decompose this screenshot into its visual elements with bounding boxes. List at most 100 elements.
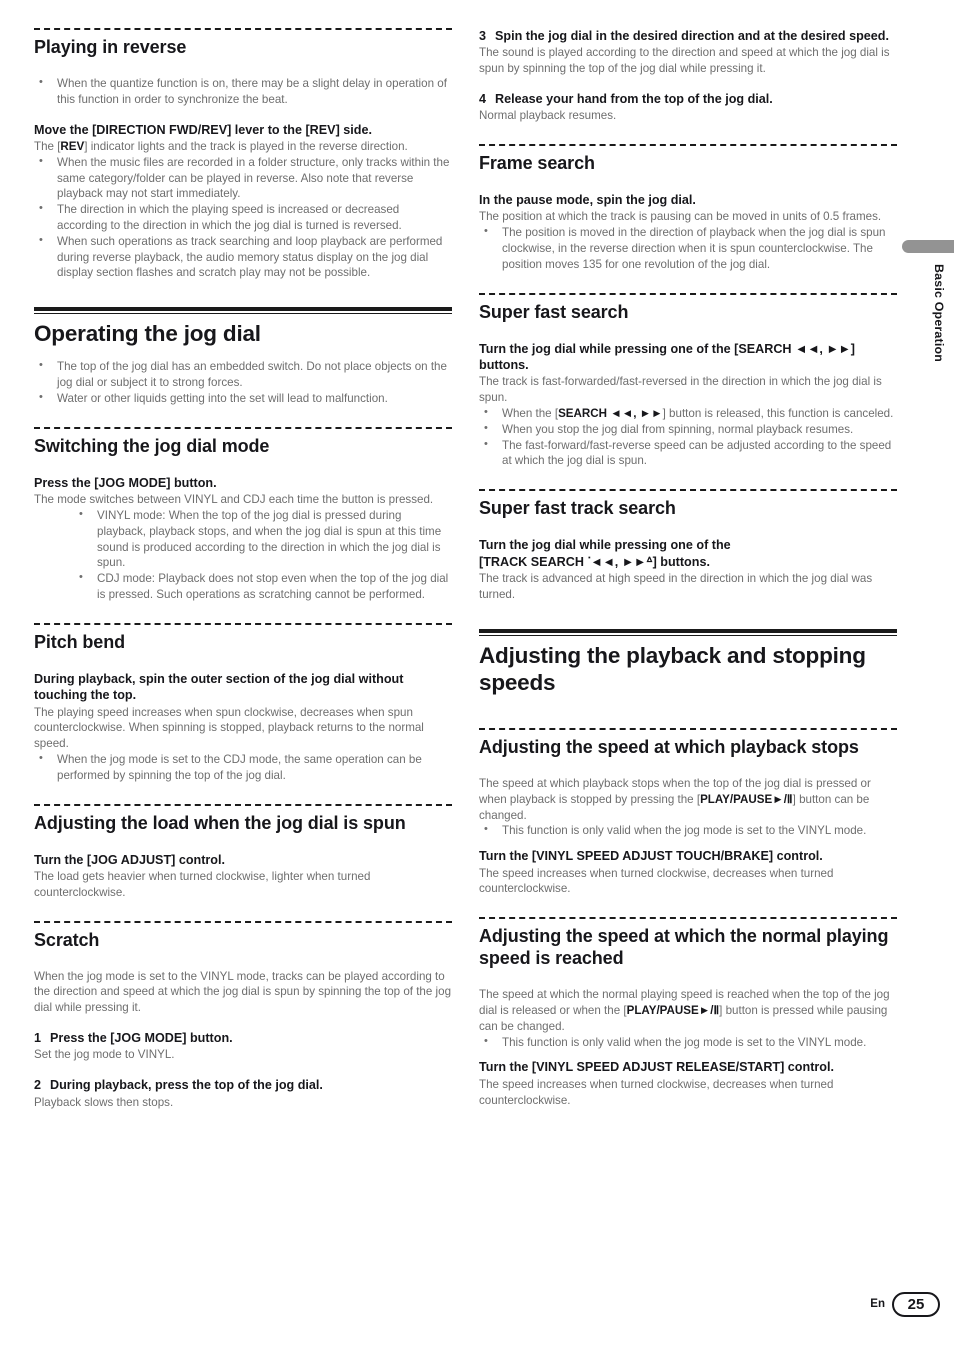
step-title: Release your hand from the top of the jo… xyxy=(495,91,773,106)
description-jog-adjust: The load gets heavier when turned clockw… xyxy=(34,869,371,899)
heading-adjusting-playback-stopping-speeds: Adjusting the playback and stopping spee… xyxy=(479,642,866,695)
track-previous-icon: ᐝ◄◄ xyxy=(587,554,615,569)
step-title: During playback, press the top of the jo… xyxy=(50,1078,323,1093)
side-tab-bar xyxy=(902,240,954,253)
description-super-fast-search: The track is fast-forwarded/fast-reverse… xyxy=(479,375,882,405)
step-title: Press the [JOG MODE] button. xyxy=(50,1030,233,1045)
track-next-icon: ►►ᐞ xyxy=(621,554,653,569)
instruction-press-jog-mode: Press the [JOG MODE] button. xyxy=(34,475,217,490)
heading-scratch: Scratch xyxy=(34,929,100,950)
list-item: This function is only valid when the jog… xyxy=(479,822,897,839)
instruction-pause-spin: In the pause mode, spin the jog dial. xyxy=(479,193,696,208)
section-divider-dashed xyxy=(34,28,452,30)
instruction-search-buttons: Turn the jog dial while pressing one of … xyxy=(479,341,855,373)
list-jog-dial-cautions: The top of the jog dial has an embedded … xyxy=(34,358,452,407)
heading-super-fast-search: Super fast search xyxy=(479,301,629,322)
instruction-release-start-control: Turn the [VINYL SPEED ADJUST RELEASE/STA… xyxy=(479,1060,834,1075)
list-frame-search-notes: The position is moved in the direction o… xyxy=(479,224,897,272)
step-number: 1 xyxy=(34,1030,42,1045)
list-item: When the quantize function is on, there … xyxy=(34,75,452,108)
heading-operating-the-jog-dial: Operating the jog dial xyxy=(34,321,261,347)
section-divider-solid xyxy=(479,628,897,636)
step-description: The sound is played according to the dir… xyxy=(479,46,890,76)
section-divider-dashed xyxy=(479,292,897,295)
step-number: 2 xyxy=(34,1078,42,1093)
description-scratch: When the jog mode is set to the VINYL mo… xyxy=(34,969,452,1015)
right-column: 3 Spin the jog dial in the desired direc… xyxy=(479,28,897,1108)
list-item: VINYL mode: When the top of the jog dial… xyxy=(34,507,452,571)
instruction-touch-brake-control: Turn the [VINYL SPEED ADJUST TOUCH/BRAKE… xyxy=(479,849,823,864)
step-1: 1 Press the [JOG MODE] button. xyxy=(34,1030,452,1046)
list-item: The fast-forward/fast-reverse speed can … xyxy=(479,437,897,470)
list-item: When the jog mode is set to the CDJ mode… xyxy=(34,751,452,784)
fast-forward-icon: ►► xyxy=(826,341,851,356)
step-2: 2 During playback, press the top of the … xyxy=(34,1077,452,1093)
list-item: When the music files are recorded in a f… xyxy=(34,154,452,202)
heading-frame-search: Frame search xyxy=(479,153,595,174)
list-item: The top of the jog dial has an embedded … xyxy=(34,358,452,391)
section-divider-dashed xyxy=(479,728,897,730)
list-super-fast-search-notes: When the [SEARCH ◄◄, ►►] button is relea… xyxy=(479,405,897,470)
list-pitch-bend-notes: When the jog mode is set to the CDJ mode… xyxy=(34,751,452,784)
section-divider-dashed xyxy=(479,489,897,492)
list-item: The direction in which the playing speed… xyxy=(34,201,452,234)
language-code: En xyxy=(870,1298,885,1310)
description-mode-switch: The mode switches between VINYL and CDJ … xyxy=(34,493,434,507)
list-item: The position is moved in the direction o… xyxy=(479,224,897,272)
section-divider-solid xyxy=(34,307,452,315)
play-pause-button-label: PLAY/PAUSE►/Ⅱ xyxy=(700,792,793,806)
section-divider-dashed xyxy=(479,917,897,920)
list-item: This function is only valid when the jog… xyxy=(479,1034,897,1051)
list-item: When the [SEARCH ◄◄, ►►] button is relea… xyxy=(479,405,897,422)
page-number: 25 xyxy=(892,1292,940,1317)
instruction-turn-jog-adjust: Turn the [JOG ADJUST] control. xyxy=(34,852,226,867)
play-pause-button-label: PLAY/PAUSE►/Ⅱ xyxy=(626,1003,720,1017)
rewind-icon: ◄◄ xyxy=(795,341,820,356)
section-divider-dashed xyxy=(34,920,452,923)
list-item: Water or other liquids getting into the … xyxy=(34,390,452,407)
list-vinyl-only-note: This function is only valid when the jog… xyxy=(479,1034,897,1051)
step-4: 4 Release your hand from the top of the … xyxy=(479,91,897,107)
page-footer: En 25 xyxy=(0,1292,954,1318)
step-description: Normal playback resumes. xyxy=(479,109,617,123)
left-column: Playing in reverse When the quantize fun… xyxy=(34,28,452,1110)
list-item: When you stop the jog dial from spinning… xyxy=(479,421,897,438)
instruction-direction-lever: Move the [DIRECTION FWD/REV] lever to th… xyxy=(34,122,372,137)
side-tab-label: Basic Operation xyxy=(932,264,946,363)
search-button-label: SEARCH ◄◄, ►► xyxy=(558,407,663,421)
heading-adjusting-speed-normal-playing: Adjusting the speed at which the normal … xyxy=(479,926,889,969)
description-release-start: The speed increases when turned clockwis… xyxy=(479,1077,834,1107)
step-number: 3 xyxy=(479,29,487,43)
description-touch-brake: The speed increases when turned clockwis… xyxy=(479,866,834,896)
list-jog-modes: VINYL mode: When the top of the jog dial… xyxy=(34,507,452,603)
description-normal-speed-reached: The speed at which the normal playing sp… xyxy=(479,988,890,1033)
chapter-side-tab: Basic Operation xyxy=(902,240,954,440)
heading-pitch-bend: Pitch bend xyxy=(34,631,126,652)
list-quantize-note: When the quantize function is on, there … xyxy=(34,75,452,108)
heading-switching-the-jog-dial-mode: Switching the jog dial mode xyxy=(34,435,270,456)
instruction-track-search-buttons: Turn the jog dial while pressing one of … xyxy=(479,538,731,569)
description-rev-indicator: The [REV] indicator lights and the track… xyxy=(34,139,408,153)
heading-adjusting-speed-playback-stops: Adjusting the speed at which playback st… xyxy=(479,737,859,757)
description-frame-search: The position at which the track is pausi… xyxy=(479,210,882,224)
description-super-fast-track-search: The track is advanced at high speed in t… xyxy=(479,571,873,601)
step-3: 3 Spin the jog dial in the desired direc… xyxy=(479,28,897,44)
manual-page: Playing in reverse When the quantize fun… xyxy=(0,0,954,1348)
list-reverse-notes: When the music files are recorded in a f… xyxy=(34,154,452,282)
step-description: Set the jog mode to VINYL. xyxy=(34,1048,175,1062)
list-vinyl-only-note: This function is only valid when the jog… xyxy=(479,822,897,839)
instruction-spin-outer-section: During playback, spin the outer section … xyxy=(34,671,404,703)
list-item: When such operations as track searching … xyxy=(34,233,452,281)
heading-adjusting-the-load: Adjusting the load when the jog dial is … xyxy=(34,812,406,833)
step-title: Spin the jog dial in the desired directi… xyxy=(495,29,889,43)
step-description: Playback slows then stops. xyxy=(34,1095,174,1109)
section-divider-dashed xyxy=(34,803,452,806)
heading-super-fast-track-search: Super fast track search xyxy=(479,498,676,519)
list-item: CDJ mode: Playback does not stop even wh… xyxy=(34,570,452,603)
section-divider-dashed xyxy=(34,426,452,429)
section-divider-dashed xyxy=(34,622,452,625)
description-pitch-bend: The playing speed increases when spun cl… xyxy=(34,705,424,751)
step-number: 4 xyxy=(479,91,487,106)
description-playback-stop-speed: The speed at which playback stops when t… xyxy=(479,776,871,822)
heading-playing-in-reverse: Playing in reverse xyxy=(34,37,187,57)
